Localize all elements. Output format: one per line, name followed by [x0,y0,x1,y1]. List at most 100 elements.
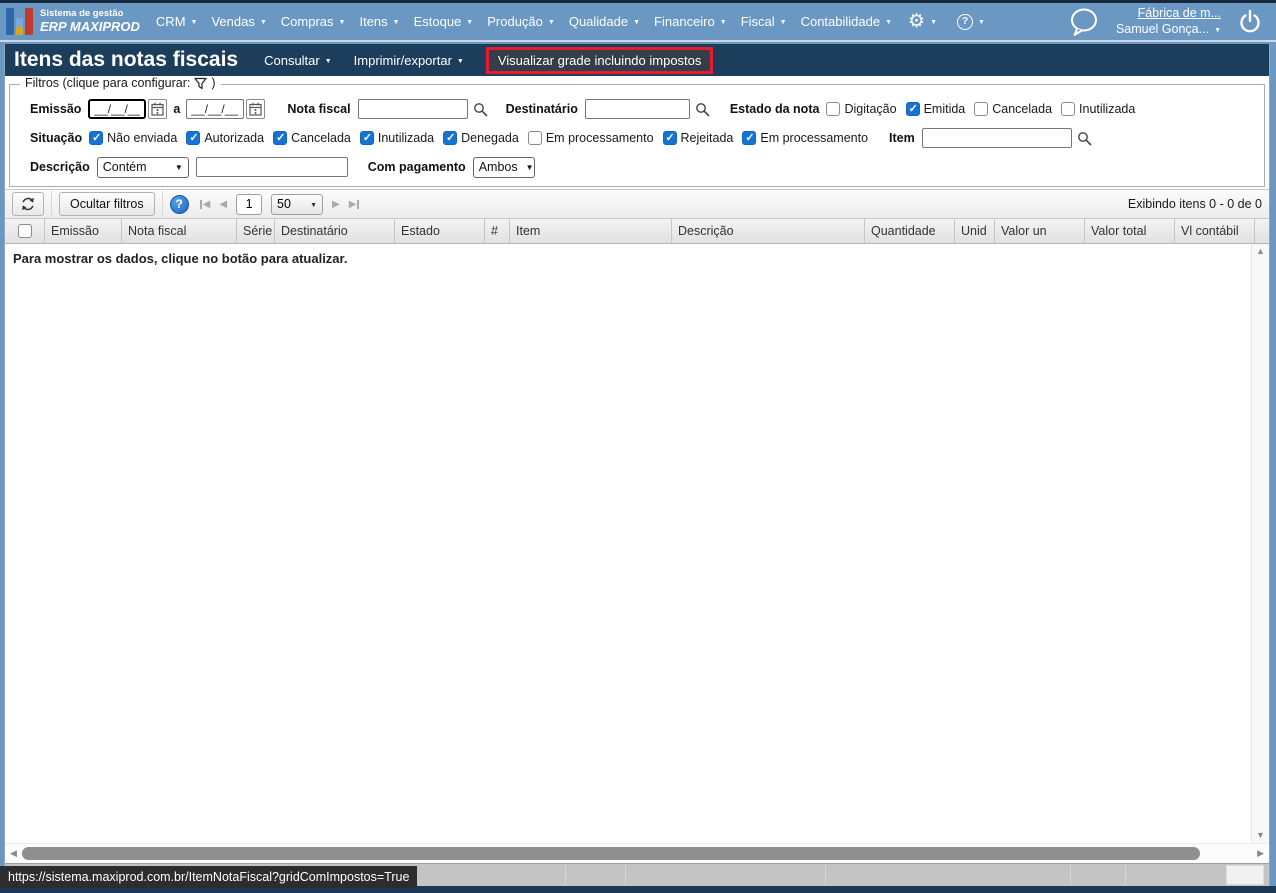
grid-body: Para mostrar os dados, clique no botão p… [5,244,1269,843]
nav-menu-fiscal[interactable]: Fiscal ▼ [741,14,787,29]
checkbox-icon [186,131,201,145]
scroll-down-icon[interactable]: ▼ [1256,831,1265,840]
column-header-serie[interactable]: Série [237,219,275,243]
column-header-filler [1255,219,1269,243]
nav-menu-compras[interactable]: Compras ▼ [281,14,346,29]
column-header-emissao[interactable]: Emissão [45,219,122,243]
situacao-checkbox-nao-enviada[interactable]: Não enviada [89,131,177,145]
column-header-estado[interactable]: Estado [395,219,485,243]
checkbox-label: Cancelada [291,131,351,145]
chevron-down-icon: ▼ [1214,26,1221,34]
nav-menu-qualidade[interactable]: Qualidade ▼ [569,14,640,29]
column-header-nota-fiscal[interactable]: Nota fiscal [122,219,237,243]
first-page-button[interactable]: ◀ [199,199,210,210]
configure-filters-button[interactable] [194,77,207,90]
filters-legend-text: Filtros (clique para configurar: [25,76,191,90]
estado-checkbox-digitacao[interactable]: Digitação [826,102,897,116]
column-header-quantidade[interactable]: Quantidade [865,219,955,243]
estado-checkbox-cancelada[interactable]: Cancelada [974,102,1052,116]
column-header-valor-total[interactable]: Valor total [1085,219,1175,243]
nav-menu-estoque[interactable]: Estoque ▼ [414,14,474,29]
funnel-icon [194,77,207,89]
user-menu[interactable]: Samuel Gonça... ▼ [1116,22,1221,38]
column-header-valor-un[interactable]: Valor un [995,219,1085,243]
chevron-down-icon: ▼ [310,201,318,209]
page-number-input[interactable] [236,193,263,215]
chat-bubble-icon [1070,8,1097,36]
vertical-scrollbar[interactable]: ▲ ▼ [1251,244,1269,843]
situacao-checkbox-inutilizada[interactable]: Inutilizada [359,131,434,145]
horizontal-scrollbar: ◀ ▶ [5,843,1269,863]
situacao-checkbox-denegada[interactable]: Denegada [443,131,519,145]
visualizar-grade-impostos-button[interactable]: Visualizar grade incluindo impostos [485,46,714,74]
organization-link[interactable]: Fábrica de m... [1138,6,1221,22]
consultar-menu[interactable]: Consultar ▼ [264,53,332,68]
page-size-select[interactable]: 50 ▼ [271,193,324,215]
estado-checkbox-inutilizada[interactable]: Inutilizada [1061,102,1135,116]
scroll-up-icon[interactable]: ▲ [1256,247,1265,256]
situacao-checkbox-rejeitada[interactable]: Rejeitada [662,131,733,145]
pager: ◀ ◀ 50 ▼ ▶ ▶ [199,193,360,215]
descricao-operator-select[interactable]: Contém ▼ [96,156,189,178]
ocultar-filtros-button[interactable]: Ocultar filtros [59,192,155,216]
column-header-unid[interactable]: Unid [955,219,995,243]
app-logo[interactable]: Sistema de gestão ERP MAXIPROD [6,8,140,35]
user-name-label: Samuel Gonça... [1115,21,1210,36]
destinatario-search-button[interactable] [695,102,710,117]
item-input[interactable] [921,128,1072,148]
nav-menu-label: Compras [280,14,334,29]
column-header-numero[interactable]: # [485,219,510,243]
horizontal-scroll-thumb[interactable] [21,847,1201,860]
logout-button[interactable] [1238,9,1262,35]
nav-menu-producao[interactable]: Produção ▼ [487,14,555,29]
select-value: Ambos [478,160,518,174]
situacao-checkbox-em-processamento-2[interactable]: Em processamento [742,131,868,145]
emissao-from-calendar-button[interactable] [148,99,168,119]
nota-fiscal-input[interactable] [357,99,468,119]
situacao-checkbox-em-processamento-1[interactable]: Em processamento [527,131,654,145]
nav-menu-crm[interactable]: CRM ▼ [156,14,198,29]
nota-fiscal-search-button[interactable] [473,102,488,117]
next-page-button[interactable]: ▶ [332,199,340,210]
chevron-down-icon: ▼ [190,19,198,26]
chevron-down-icon: ▼ [719,19,727,26]
select-all-checkbox[interactable] [17,224,32,238]
chevron-down-icon: ▼ [324,57,332,65]
descricao-input[interactable] [195,157,348,177]
last-page-button[interactable]: ▶ [349,199,360,210]
refresh-button[interactable] [12,192,44,216]
chevron-down-icon: ▼ [338,19,346,26]
nav-menu-itens[interactable]: Itens ▼ [359,14,399,29]
logo-text: Sistema de gestão ERP MAXIPROD [40,8,140,34]
nota-fiscal-label: Nota fiscal [287,102,351,116]
checkbox-label: Cancelada [992,102,1053,116]
emissao-from-input[interactable] [88,99,147,119]
scroll-right-icon[interactable]: ▶ [1257,849,1264,858]
com-pagamento-select[interactable]: Ambos ▼ [472,156,535,178]
nav-menu-contabilidade[interactable]: Contabilidade ▼ [801,14,892,29]
nav-menu-vendas[interactable]: Vendas ▼ [211,14,266,29]
column-header-vl-contabil[interactable]: Vl contábil [1175,219,1255,243]
column-header-item[interactable]: Item [510,219,672,243]
last-page-icon [357,199,360,209]
imprimir-exportar-menu[interactable]: Imprimir/exportar ▼ [354,53,464,68]
scroll-left-icon[interactable]: ◀ [10,849,17,858]
emissao-to-input[interactable] [186,99,245,119]
column-header-descricao[interactable]: Descrição [672,219,865,243]
help-menu[interactable]: ? ▼ [957,13,985,30]
destinatario-input[interactable] [584,99,690,119]
settings-menu[interactable]: ⚙ ▼ [908,12,937,31]
previous-page-button[interactable]: ◀ [219,199,227,210]
situacao-checkbox-autorizada[interactable]: Autorizada [186,131,264,145]
item-search-button[interactable] [1077,131,1092,146]
filter-row-situacao: Situação Não enviada Autorizada Cancelad… [16,127,1258,149]
descricao-label: Descrição [30,160,90,174]
grid-help-button[interactable]: ? [169,194,189,214]
calendar-icon [151,102,165,116]
column-header-destinatario[interactable]: Destinatário [275,219,395,243]
situacao-checkbox-cancelada[interactable]: Cancelada [273,131,351,145]
estado-checkbox-emitida[interactable]: Emitida [905,102,965,116]
chat-button[interactable] [1068,7,1100,37]
emissao-to-calendar-button[interactable] [246,99,266,119]
nav-menu-financeiro[interactable]: Financeiro ▼ [654,14,727,29]
